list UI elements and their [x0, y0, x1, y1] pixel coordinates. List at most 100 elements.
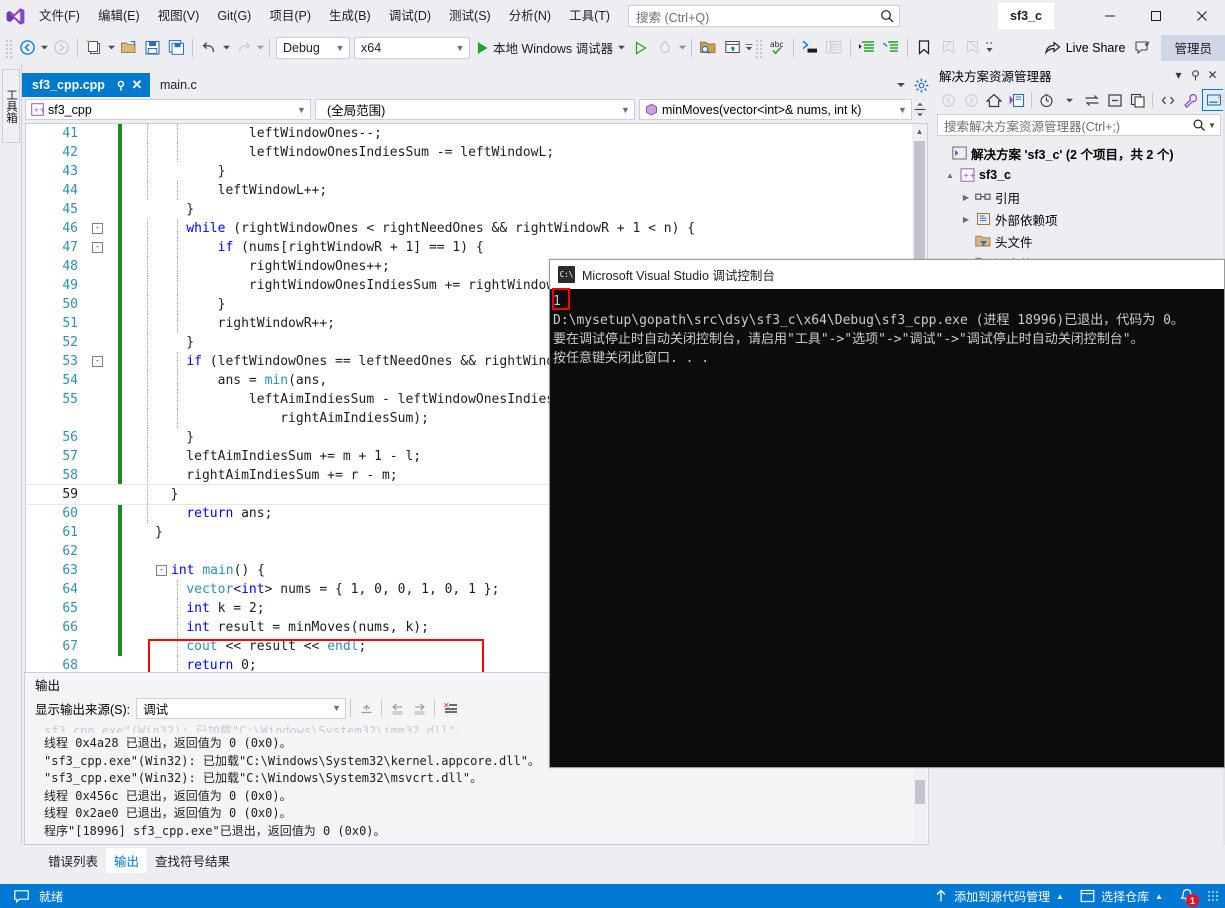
solution-explorer-search-input[interactable]: 搜索解决方案资源管理器(Ctrl+;) ▼ [937, 114, 1221, 136]
expander-icon[interactable]: ▶ [959, 215, 973, 224]
new-project-icon[interactable] [82, 36, 106, 60]
editor-tab-main-c[interactable]: main.c [149, 73, 203, 97]
menu-edit[interactable]: 编辑(E) [89, 4, 149, 28]
debug-console-window[interactable]: C:\ Microsoft Visual Studio 调试控制台 1 D:\m… [549, 259, 1225, 768]
start-without-debugging-icon[interactable] [629, 36, 653, 60]
console-output[interactable]: 1 D:\mysetup\gopath\src\dsy\sf3_c\x64\De… [550, 289, 1224, 767]
code-view-icon[interactable] [1156, 89, 1179, 111]
chevron-down-icon[interactable]: ▾ [1170, 68, 1187, 82]
next-bookmark-icon[interactable] [960, 36, 984, 60]
navigate-back-icon[interactable] [15, 36, 39, 60]
collapse-all-icon[interactable] [1104, 89, 1127, 111]
refresh-icon[interactable] [1081, 89, 1104, 111]
close-icon[interactable] [1179, 0, 1225, 32]
select-repository-button[interactable]: 选择仓库 ▲ [1080, 888, 1163, 905]
split-view-icon[interactable] [912, 102, 928, 117]
tab-output[interactable]: 输出 [106, 848, 148, 873]
account-name[interactable]: sf3_c [998, 3, 1054, 29]
tab-error-list[interactable]: 错误列表 [40, 848, 106, 873]
new-window-dropdown-icon[interactable] [744, 36, 754, 60]
scroll-up-icon[interactable]: ▲ [912, 124, 927, 139]
solution-configuration-combo[interactable]: Debug ▼ [276, 36, 350, 59]
filter-dropdown-icon[interactable] [1058, 89, 1081, 111]
open-file-icon[interactable] [116, 36, 140, 60]
quick-search-box[interactable]: 搜索 (Ctrl+Q) [628, 5, 900, 27]
fold-toggle-icon[interactable]: - [92, 223, 103, 234]
active-files-dropdown-icon[interactable] [891, 74, 911, 96]
pin-icon[interactable]: ⚲ [1187, 68, 1204, 82]
new-project-dropdown-icon[interactable] [106, 36, 116, 60]
live-share-button[interactable]: Live Share [1040, 36, 1132, 60]
fold-toggle-icon[interactable]: - [92, 242, 103, 253]
navigate-back-dropdown-icon[interactable] [39, 36, 49, 60]
menu-project[interactable]: 项目(P) [260, 4, 320, 28]
nav-member-combo[interactable]: minMoves(vector<int>& nums, int k) ▼ [639, 99, 912, 120]
spellcheck-icon[interactable]: abc [765, 36, 789, 60]
decrease-indent-icon[interactable] [879, 36, 903, 60]
menu-file[interactable]: 文件(F) [30, 4, 89, 28]
forward-icon[interactable] [960, 89, 983, 111]
preview-selected-items-icon[interactable] [1202, 89, 1225, 111]
expander-icon[interactable]: ▶ [959, 193, 973, 202]
search-icon[interactable] [1191, 118, 1207, 132]
chevron-down-icon[interactable]: ▼ [1207, 121, 1217, 130]
undo-icon[interactable] [197, 36, 221, 60]
tree-item-header-files[interactable]: 头文件 [931, 230, 1225, 252]
menu-build[interactable]: 生成(B) [320, 4, 380, 28]
expander-icon[interactable]: ▲ [943, 171, 957, 180]
editor-tab-sf3-cpp[interactable]: sf3_cpp.cpp ⚲ ✕ [22, 73, 150, 97]
output-source-combo[interactable]: 调试 ▼ [136, 697, 347, 719]
menu-debug[interactable]: 调试(D) [380, 4, 440, 28]
bookmark-icon[interactable] [912, 36, 936, 60]
toolbar-grip[interactable] [754, 37, 764, 58]
menu-test[interactable]: 测试(S) [440, 4, 500, 28]
menu-tools[interactable]: 工具(T) [560, 4, 619, 28]
maximize-icon[interactable] [1133, 0, 1179, 32]
solution-platform-combo[interactable]: x64 ▼ [354, 36, 470, 59]
close-icon[interactable]: ✕ [130, 77, 144, 93]
start-debugging-button[interactable]: 本地 Windows 调试器 [472, 36, 629, 60]
properties-icon[interactable] [1179, 89, 1202, 111]
increase-indent-icon[interactable] [855, 36, 879, 60]
pin-icon[interactable]: ⚲ [114, 79, 128, 92]
resize-grip[interactable] [1207, 890, 1219, 902]
tree-item-external-dependencies[interactable]: ▶ 外部依赖项 [931, 208, 1225, 230]
find-in-files-icon[interactable] [696, 36, 720, 60]
go-to-previous-icon[interactable] [386, 697, 408, 719]
feedback-icon[interactable] [1131, 36, 1155, 60]
nav-scope-combo[interactable]: (全局范围) ▼ [315, 99, 635, 120]
redo-dropdown-icon[interactable] [255, 36, 265, 60]
hot-reload-dropdown-icon[interactable] [677, 36, 687, 60]
toolbox-tab[interactable]: 工具箱 [2, 69, 20, 143]
show-all-files-icon[interactable] [1127, 89, 1150, 111]
back-icon[interactable] [937, 89, 960, 111]
fold-toggle-icon[interactable]: - [156, 565, 167, 576]
tree-item-solution[interactable]: 解决方案 'sf3_c' (2 个项目，共 2 个) [931, 142, 1225, 164]
toolbar-grip[interactable] [4, 37, 13, 58]
scroll-thumb[interactable] [915, 780, 925, 804]
notifications-button[interactable]: 1 [1179, 888, 1199, 907]
document-settings-icon[interactable] [911, 74, 931, 96]
menu-git[interactable]: Git(G) [208, 4, 260, 28]
panel-drag-dots[interactable] [1057, 74, 1164, 76]
add-to-source-control-button[interactable]: 添加到源代码管理 ▲ [934, 888, 1064, 905]
prev-bookmark-icon[interactable] [936, 36, 960, 60]
uncomment-icon[interactable] [822, 36, 846, 60]
tab-find-symbol-results[interactable]: 查找符号结果 [147, 848, 238, 873]
comment-icon[interactable] [798, 36, 822, 60]
sync-with-active-document-icon[interactable] [1005, 89, 1028, 111]
go-to-next-icon[interactable] [408, 697, 430, 719]
minimize-icon[interactable] [1087, 0, 1133, 32]
toolbar-overflow-icon[interactable] [984, 36, 994, 60]
close-icon[interactable]: ✕ [1204, 68, 1221, 82]
clear-all-icon[interactable] [355, 697, 377, 719]
tree-item-project-sf3-c[interactable]: ▲ ++ sf3_c [931, 164, 1225, 186]
menu-analyze[interactable]: 分析(N) [500, 4, 560, 28]
save-icon[interactable] [140, 36, 164, 60]
nav-project-combo[interactable]: ++ sf3_cpp ▼ [25, 99, 311, 120]
menu-view[interactable]: 视图(V) [149, 4, 209, 28]
stop-icon[interactable]: ✕ [439, 697, 461, 719]
save-all-icon[interactable] [164, 36, 188, 60]
redo-icon[interactable] [231, 36, 255, 60]
home-icon[interactable] [983, 89, 1006, 111]
